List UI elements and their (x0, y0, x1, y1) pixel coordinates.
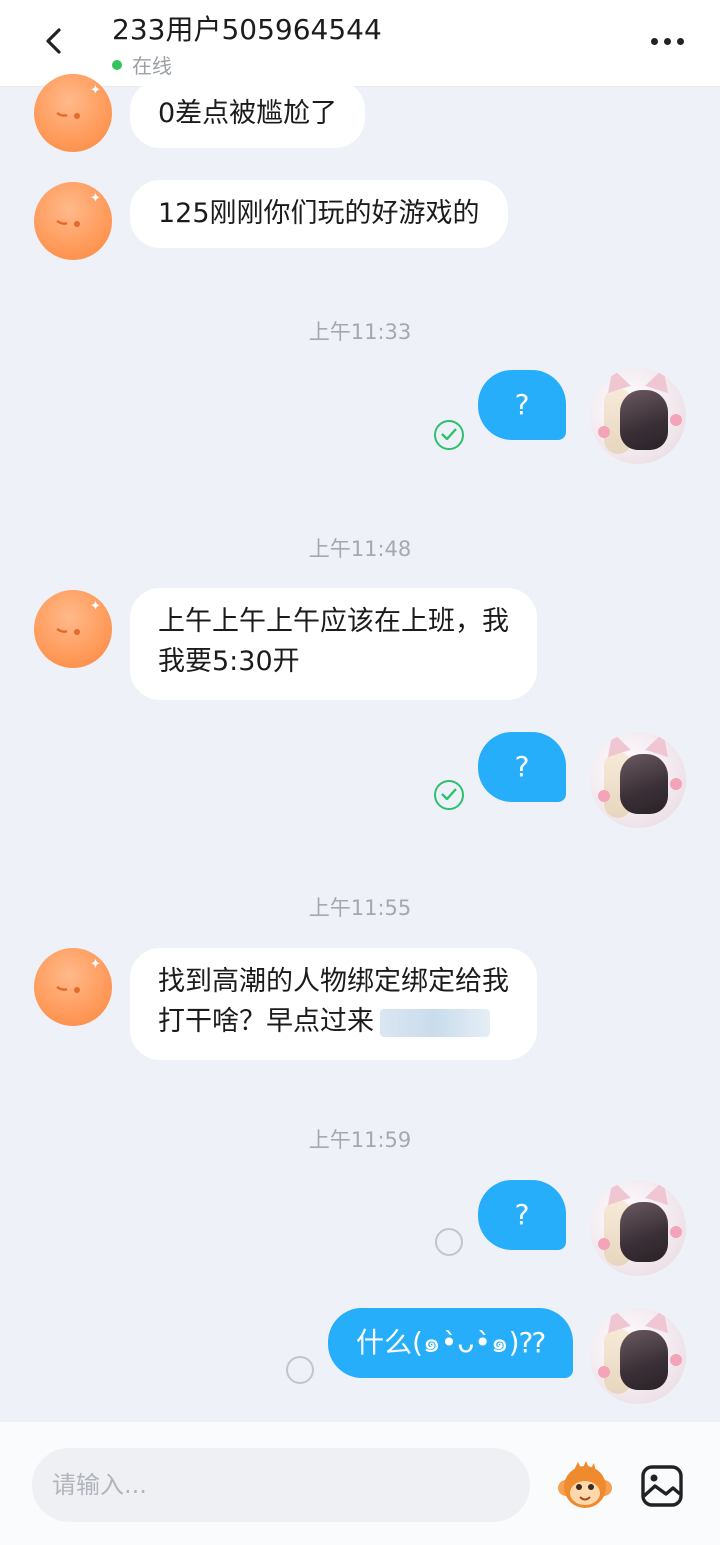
contact-avatar[interactable]: ✦ (34, 948, 112, 1026)
chat-header: 233用户505964544 在线 (0, 0, 720, 87)
more-dots-icon[interactable] (651, 38, 684, 45)
blurred-text (380, 1008, 490, 1037)
timestamp: 上午11:33 (308, 320, 412, 344)
chat-message-list[interactable]: ✦ 0差点被尴尬了 ✦ 125刚刚你们玩的好游戏的 上午11:33 ? 上午11… (0, 74, 720, 1422)
user-avatar[interactable] (590, 732, 686, 828)
timestamp: 上午11:48 (308, 537, 412, 561)
check-circle-icon (434, 780, 464, 810)
image-gallery-icon[interactable] (640, 1464, 684, 1508)
pending-circle-icon (286, 1356, 314, 1384)
message-input[interactable]: 请输入... (32, 1448, 530, 1522)
online-dot-icon (112, 59, 122, 70)
back-arrow-icon[interactable] (40, 26, 70, 56)
incoming-message-bubble[interactable]: 125刚刚你们玩的好游戏的 (130, 180, 508, 248)
incoming-message-bubble[interactable]: 0差点被尴尬了 (130, 80, 366, 148)
incoming-message-bubble[interactable]: 找到高潮的人物绑定绑定给我 打干啥？早点过来 (130, 948, 537, 1060)
online-status: 在线 (112, 50, 172, 79)
pending-circle-icon (435, 1228, 463, 1256)
contact-avatar[interactable]: ✦ (34, 590, 112, 668)
contact-avatar[interactable]: ✦ (34, 74, 112, 152)
message-line: 我要5:30开 (158, 646, 300, 677)
outgoing-message-bubble[interactable]: ? (478, 1180, 566, 1250)
message-line: 上午上午上午应该在上班，我 (158, 606, 509, 637)
outgoing-message-bubble[interactable]: 什么(๑•̀ᴗ•̀๑)⁇ (328, 1308, 574, 1378)
message-line: 找到高潮的人物绑定绑定给我 (158, 966, 509, 997)
outgoing-message-bubble[interactable]: ? (478, 370, 566, 440)
monkey-sticker-icon[interactable] (556, 1460, 614, 1514)
incoming-message-bubble[interactable]: 上午上午上午应该在上班，我 我要5:30开 (130, 588, 537, 700)
message-line: 打干啥？早点过来 (158, 1002, 509, 1042)
input-bar: 请输入... (0, 1422, 720, 1545)
timestamp: 上午11:59 (308, 1128, 412, 1152)
user-avatar[interactable] (590, 1180, 686, 1276)
online-status-label: 在线 (132, 54, 172, 78)
contact-name: 233用户505964544 (112, 13, 382, 46)
check-circle-icon (434, 420, 464, 450)
user-avatar[interactable] (590, 1308, 686, 1404)
outgoing-message-bubble[interactable]: ? (478, 732, 566, 802)
timestamp: 上午11:55 (308, 896, 412, 920)
user-avatar[interactable] (590, 368, 686, 464)
contact-avatar[interactable]: ✦ (34, 182, 112, 260)
